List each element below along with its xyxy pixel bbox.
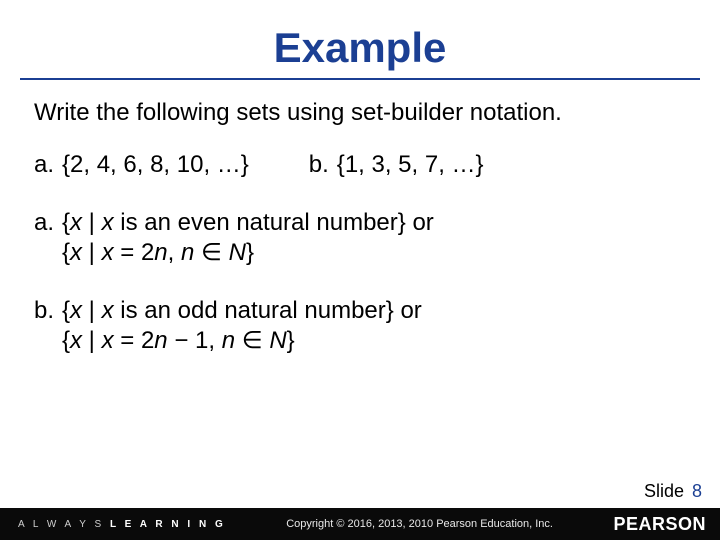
element-of: ∈ bbox=[194, 239, 228, 266]
var-x: x bbox=[70, 327, 82, 354]
var-x: x bbox=[102, 209, 114, 236]
brace-close: } bbox=[287, 327, 295, 354]
answer-b-line2: {x | x = 2n − 1, n ∈ N} bbox=[62, 326, 422, 356]
brace-open: { bbox=[62, 327, 70, 354]
answer-b-text: {x | x is an odd natural number} or {x |… bbox=[62, 296, 422, 356]
element-of: ∈ bbox=[235, 327, 269, 354]
slide-label: Slide bbox=[644, 481, 684, 501]
slide-title: Example bbox=[274, 24, 447, 72]
pipe: | bbox=[82, 209, 102, 236]
text: − 1, bbox=[168, 327, 222, 354]
label-b: b. bbox=[309, 150, 337, 180]
set-N: N bbox=[229, 239, 246, 266]
var-n: n bbox=[154, 327, 167, 354]
slide-number: Slide 8 bbox=[644, 481, 702, 502]
var-x: x bbox=[70, 239, 82, 266]
question-row: a. {2, 4, 6, 8, 10, …} b. {1, 3, 5, 7, …… bbox=[34, 150, 690, 180]
label-a: a. bbox=[34, 150, 62, 180]
copyright-text: Copyright © 2016, 2013, 2010 Pearson Edu… bbox=[226, 518, 614, 530]
question-b: b. {1, 3, 5, 7, …} bbox=[309, 150, 484, 180]
answer-a: a. {x | x is an even natural number} or … bbox=[34, 208, 690, 268]
intro-text: Write the following sets using set-build… bbox=[34, 98, 690, 128]
answer-a-line1: {x | x is an even natural number} or bbox=[62, 208, 434, 238]
footer-bar: A L W A Y S L E A R N I N G Copyright © … bbox=[0, 508, 720, 540]
question-b-text: {1, 3, 5, 7, …} bbox=[337, 150, 484, 180]
question-a-text: {2, 4, 6, 8, 10, …} bbox=[62, 150, 249, 180]
var-x: x bbox=[70, 297, 82, 324]
slide-number-value: 8 bbox=[692, 481, 702, 501]
answer-a-label: a. bbox=[34, 208, 62, 268]
answer-b-label: b. bbox=[34, 296, 62, 356]
always-learning: A L W A Y S L E A R N I N G bbox=[0, 519, 226, 530]
pipe: | bbox=[82, 239, 102, 266]
var-x: x bbox=[70, 209, 82, 236]
pipe: | bbox=[82, 327, 102, 354]
always-text: A L W A Y S bbox=[18, 519, 110, 530]
pearson-logo: PEARSON bbox=[613, 514, 720, 535]
answer-a-text: {x | x is an even natural number} or {x … bbox=[62, 208, 434, 268]
pipe: | bbox=[82, 297, 102, 324]
text: is an even natural number} or bbox=[114, 209, 434, 236]
answer-b-line1: {x | x is an odd natural number} or bbox=[62, 296, 422, 326]
answer-b: b. {x | x is an odd natural number} or {… bbox=[34, 296, 690, 356]
var-x: x bbox=[102, 239, 114, 266]
brace-open: { bbox=[62, 297, 70, 324]
text: is an odd natural number} or bbox=[114, 297, 422, 324]
brace-close: } bbox=[246, 239, 254, 266]
question-a: a. {2, 4, 6, 8, 10, …} bbox=[34, 150, 249, 180]
slide-body: Write the following sets using set-build… bbox=[0, 80, 720, 356]
answer-a-line2: {x | x = 2n, n ∈ N} bbox=[62, 238, 434, 268]
slide: Example Write the following sets using s… bbox=[0, 0, 720, 540]
var-x: x bbox=[102, 327, 114, 354]
text: = 2 bbox=[114, 327, 155, 354]
var-x: x bbox=[102, 297, 114, 324]
var-n: n bbox=[154, 239, 167, 266]
text: , bbox=[168, 239, 181, 266]
title-area: Example bbox=[0, 0, 720, 72]
text: = 2 bbox=[114, 239, 155, 266]
brace-open: { bbox=[62, 239, 70, 266]
var-n: n bbox=[222, 327, 235, 354]
brace-open: { bbox=[62, 209, 70, 236]
var-n: n bbox=[181, 239, 194, 266]
set-N: N bbox=[269, 327, 286, 354]
learning-text: L E A R N I N G bbox=[110, 519, 226, 530]
